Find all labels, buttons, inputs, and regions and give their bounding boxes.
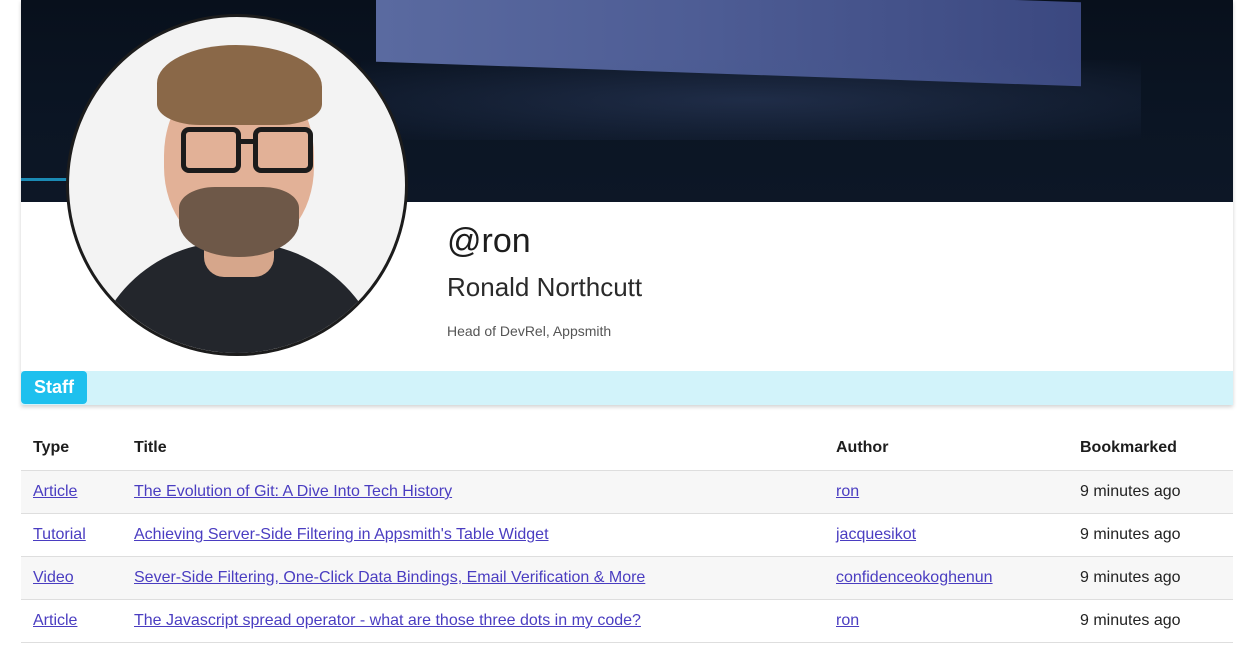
staff-flair-badge[interactable]: Staff (21, 371, 87, 404)
cell-bookmarked: 9 minutes ago (1068, 599, 1233, 643)
type-link[interactable]: Article (33, 483, 77, 500)
title-link[interactable]: The Evolution of Git: A Dive Into Tech H… (134, 483, 452, 500)
cell-title: Achieving Server-Side Filtering in Appsm… (122, 513, 824, 557)
table-row: Article The Javascript spread operator -… (21, 599, 1233, 643)
cell-type: Article (21, 599, 122, 643)
bookmarks-table: Type Title Author Bookmarked Article The… (21, 426, 1233, 643)
type-link[interactable]: Tutorial (33, 526, 86, 543)
cell-author: confidenceokoghenun (824, 556, 1068, 600)
table-row: Article The Evolution of Git: A Dive Int… (21, 470, 1233, 514)
cell-type: Tutorial (21, 513, 122, 557)
table-header-row: Type Title Author Bookmarked (21, 426, 1233, 471)
author-link[interactable]: jacquesikot (836, 526, 916, 543)
title-link[interactable]: Achieving Server-Side Filtering in Appsm… (134, 526, 549, 543)
title-link[interactable]: The Javascript spread operator - what ar… (134, 612, 641, 629)
avatar (66, 14, 408, 356)
column-header-type[interactable]: Type (21, 426, 122, 471)
avatar-glasses-right (253, 127, 313, 173)
column-header-bookmarked[interactable]: Bookmarked (1068, 426, 1233, 471)
avatar-beard (179, 187, 299, 257)
cell-type: Video (21, 556, 122, 600)
profile-username: @ron (447, 222, 531, 260)
cell-type: Article (21, 470, 122, 514)
flair-bar (21, 371, 1233, 405)
cell-author: ron (824, 470, 1068, 514)
profile-full-name: Ronald Northcutt (447, 272, 643, 302)
cell-bookmarked: 9 minutes ago (1068, 513, 1233, 557)
table-row: Video Sever-Side Filtering, One-Click Da… (21, 556, 1233, 600)
cell-bookmarked: 9 minutes ago (1068, 556, 1233, 600)
author-link[interactable]: confidenceokoghenun (836, 569, 993, 586)
cover-glow (361, 60, 1141, 140)
cell-title: Sever-Side Filtering, One-Click Data Bin… (122, 556, 824, 600)
cell-title: The Javascript spread operator - what ar… (122, 599, 824, 643)
author-link[interactable]: ron (836, 483, 859, 500)
profile-bio: Head of DevRel, Appsmith (447, 323, 612, 339)
type-link[interactable]: Article (33, 612, 77, 629)
avatar-glasses-bridge (239, 139, 255, 144)
column-header-author[interactable]: Author (824, 426, 1068, 471)
title-link[interactable]: Sever-Side Filtering, One-Click Data Bin… (134, 569, 645, 586)
cell-author: ron (824, 599, 1068, 643)
cell-title: The Evolution of Git: A Dive Into Tech H… (122, 470, 824, 514)
author-link[interactable]: ron (836, 612, 859, 629)
table-row: Tutorial Achieving Server-Side Filtering… (21, 513, 1233, 557)
type-link[interactable]: Video (33, 569, 74, 586)
avatar-glasses-left (181, 127, 241, 173)
cell-bookmarked: 9 minutes ago (1068, 470, 1233, 514)
avatar-hair (157, 45, 322, 125)
cell-author: jacquesikot (824, 513, 1068, 557)
profile-card: @ron Ronald Northcutt Head of DevRel, Ap… (21, 0, 1233, 405)
column-header-title[interactable]: Title (122, 426, 824, 471)
